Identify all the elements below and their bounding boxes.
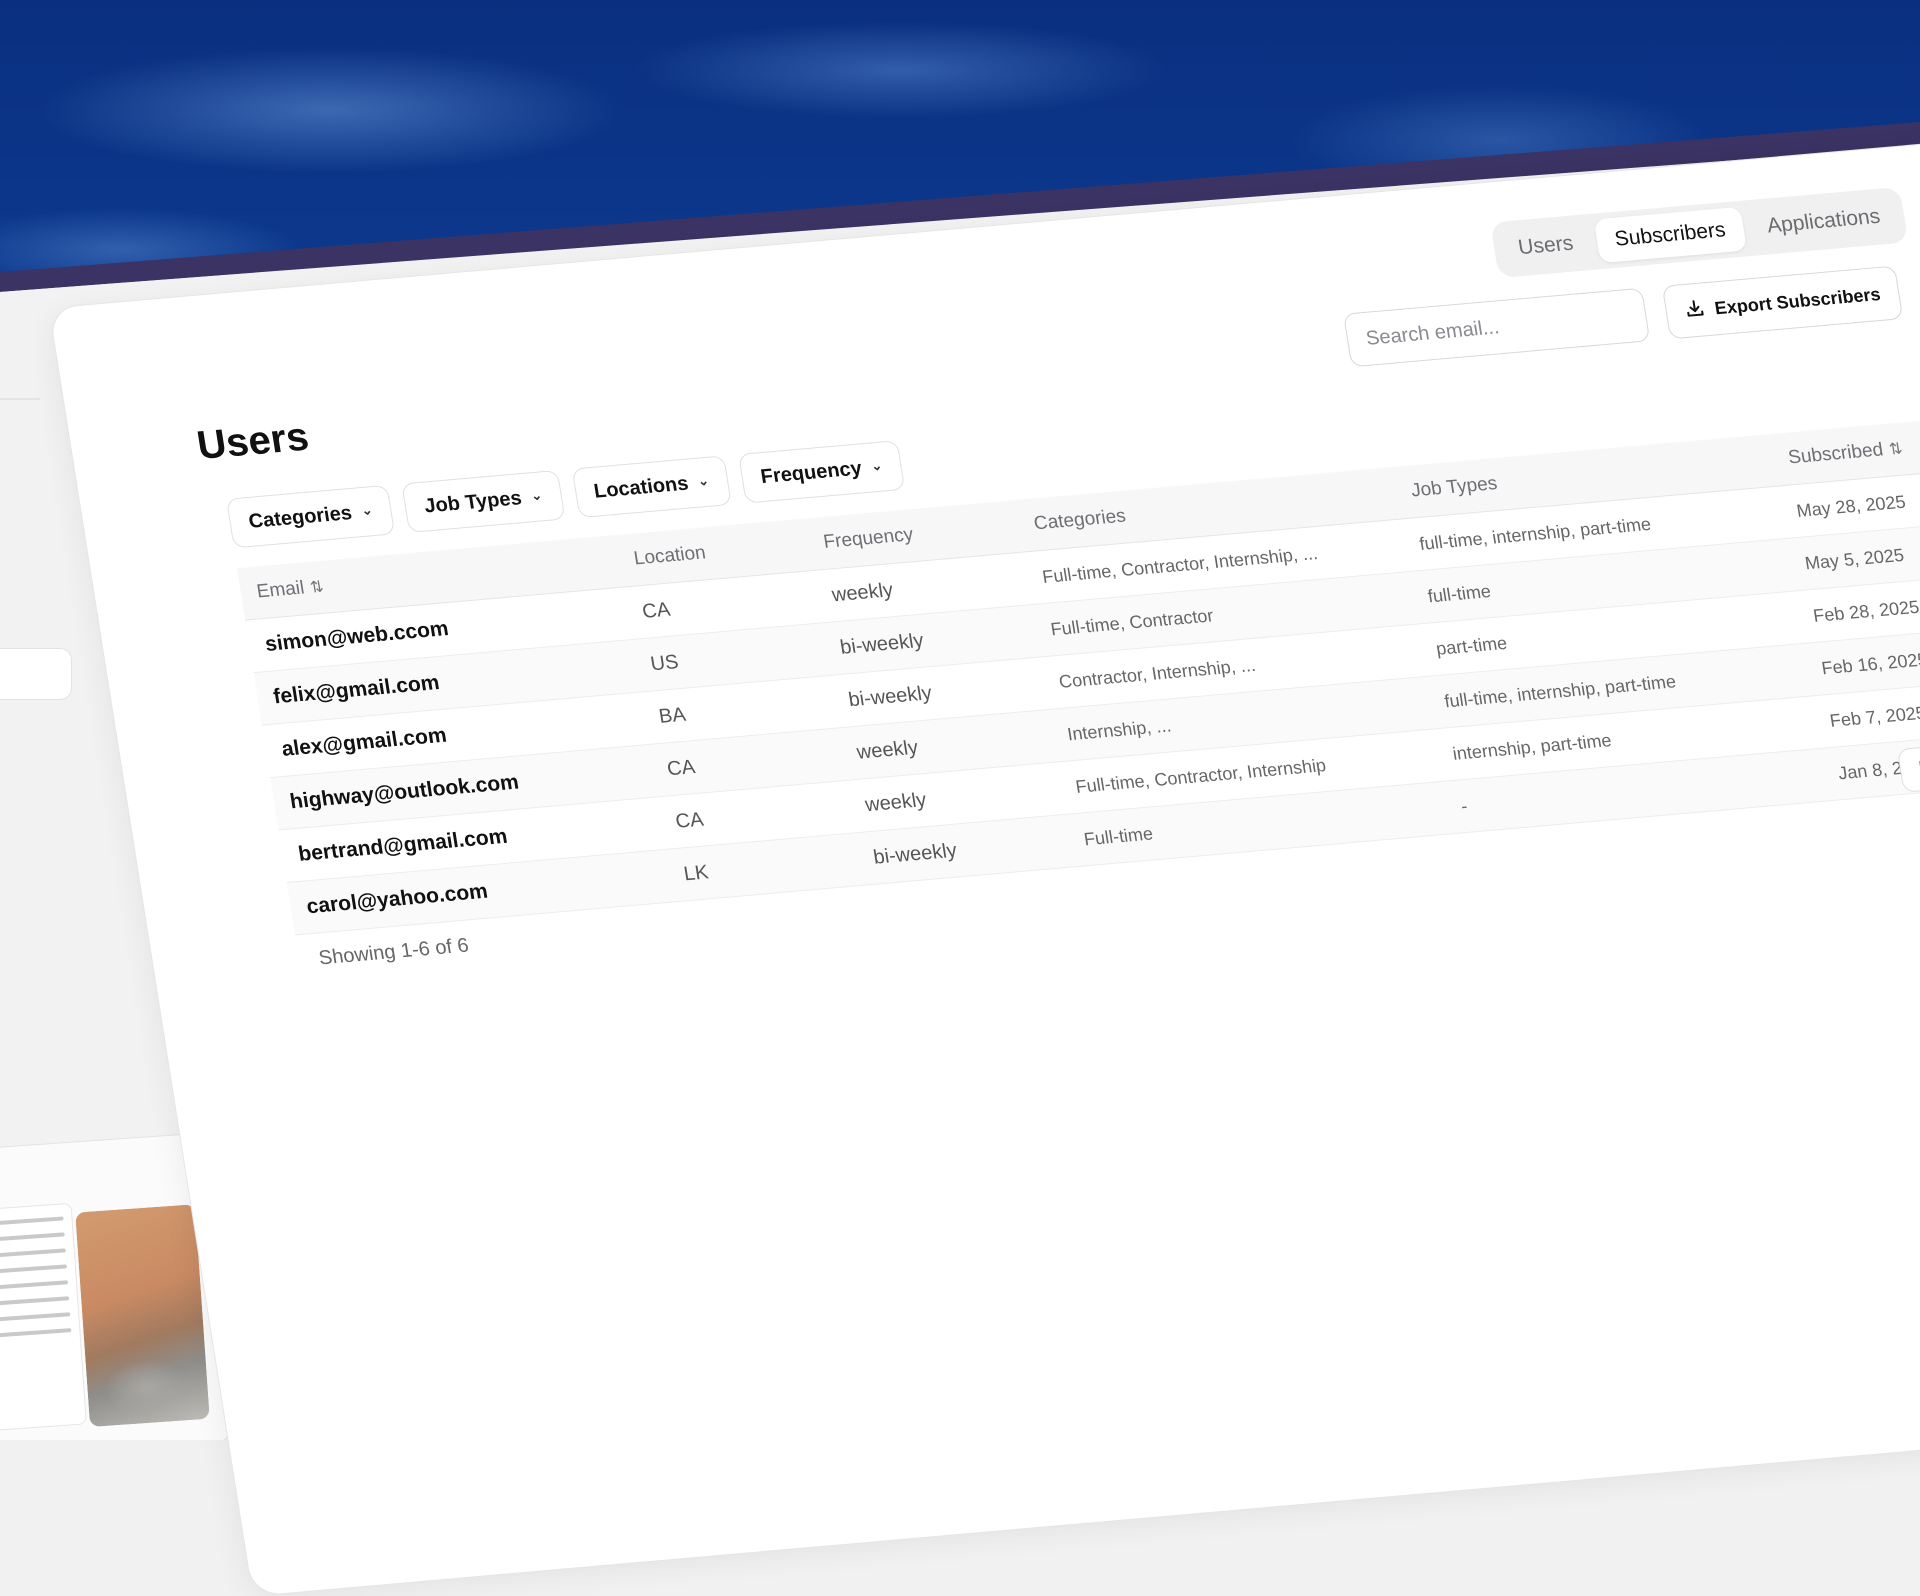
chevron-down-icon: ⌄ <box>530 487 544 504</box>
pagination-summary: Showing 1-6 of 6 <box>317 934 471 970</box>
sort-icon[interactable]: ⇅ <box>1888 441 1904 459</box>
tab-users[interactable]: Users <box>1497 220 1594 271</box>
email-header-label: Email <box>255 577 306 603</box>
tab-applications[interactable]: Applications <box>1746 193 1902 250</box>
chevron-down-icon: ⌄ <box>870 457 884 474</box>
categories-filter[interactable]: Categories ⌄ <box>225 484 396 549</box>
page-title: Users <box>193 414 312 468</box>
export-label: Export Subscribers <box>1713 283 1882 318</box>
frequency-filter-label: Frequency <box>759 456 864 488</box>
download-icon <box>1683 297 1707 323</box>
locations-filter-label: Locations <box>592 472 690 503</box>
job-types-filter-label: Job Types <box>422 486 524 517</box>
panel-perspective: Users Subscribers Applications Users Exp… <box>0 0 1920 1596</box>
locations-filter[interactable]: Locations ⌄ <box>571 455 732 519</box>
frequency-filter[interactable]: Frequency ⌄ <box>737 440 906 504</box>
main-panel: Users Subscribers Applications Users Exp… <box>49 135 1920 1596</box>
job-types-filter[interactable]: Job Types ⌄ <box>401 469 566 534</box>
tab-subscribers[interactable]: Subscribers <box>1593 206 1747 264</box>
search-input[interactable] <box>1343 287 1651 368</box>
chevron-down-icon: ⌄ <box>696 472 710 489</box>
export-subscribers-button[interactable]: Export Subscribers <box>1661 265 1904 340</box>
view-tabs: Users Subscribers Applications <box>1490 186 1909 279</box>
categories-filter-label: Categories <box>247 501 354 533</box>
subscribed-header-label: Subscribed <box>1786 439 1885 469</box>
chevron-down-icon: ⌄ <box>360 502 374 519</box>
sort-icon[interactable]: ⇅ <box>309 579 325 597</box>
